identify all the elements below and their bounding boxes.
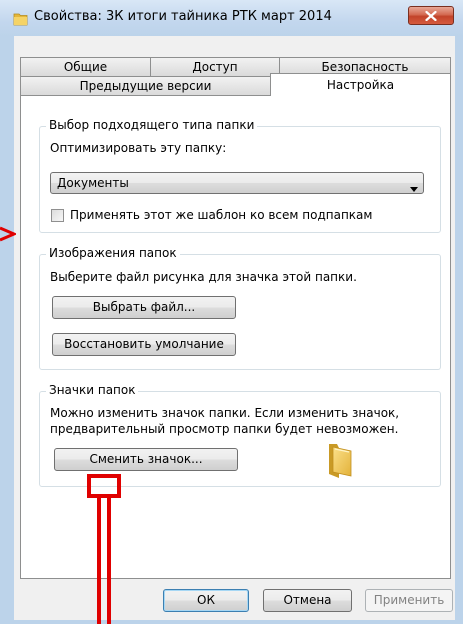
folder-pictures-group-title: Изображения папок <box>46 246 180 260</box>
folder-pictures-description: Выберите файл рисунка для значка этой па… <box>50 270 357 284</box>
tab-sharing[interactable]: Доступ <box>150 57 280 76</box>
folder-preview-icon <box>327 442 353 481</box>
folder-type-select[interactable]: Документы <box>50 172 424 194</box>
annotation-arrow-icon <box>0 224 18 247</box>
properties-window: Свойства: 3К итоги тайника РТК март 2014… <box>0 0 463 624</box>
apply-subfolders-label: Применять этот же шаблон ко всем подпапк… <box>70 208 373 222</box>
folder-icons-description-line2: предварительный просмотр папки будет нев… <box>50 422 399 436</box>
cancel-button[interactable]: Отмена <box>263 589 352 612</box>
folder-type-group: Выбор подходящего типа папки Оптимизиров… <box>39 118 441 233</box>
restore-default-button[interactable]: Восстановить умолчание <box>52 333 236 356</box>
optimize-label: Оптимизировать эту папку: <box>50 141 227 155</box>
apply-button[interactable]: Применить <box>365 589 453 612</box>
folder-type-selected: Документы <box>57 176 129 190</box>
close-button[interactable] <box>408 6 454 25</box>
tab-previous-versions[interactable]: Предыдущие версии <box>20 76 271 95</box>
change-icon-button[interactable]: Сменить значок... <box>54 448 238 471</box>
apply-subfolders-checkbox[interactable] <box>51 209 64 222</box>
window-title: Свойства: 3К итоги тайника РТК март 2014 <box>34 9 332 24</box>
folder-icons-group-title: Значки папок <box>46 383 139 397</box>
tab-customize[interactable]: Настройка <box>270 73 451 96</box>
annotation-marker <box>85 468 125 627</box>
tab-general[interactable]: Общие <box>20 57 151 76</box>
choose-file-button[interactable]: Выбрать файл... <box>52 296 236 319</box>
title-bar[interactable]: Свойства: 3К итоги тайника РТК март 2014 <box>0 0 463 36</box>
ok-button[interactable]: ОК <box>163 589 249 612</box>
close-icon <box>425 10 437 21</box>
folder-icons-description-line1: Можно изменить значок папки. Если измени… <box>50 406 400 420</box>
folder-type-group-title: Выбор подходящего типа папки <box>46 118 258 132</box>
folder-icon <box>13 11 29 27</box>
chevron-down-icon <box>410 181 418 195</box>
folder-pictures-group: Изображения папок Выберите файл рисунка … <box>39 246 441 370</box>
